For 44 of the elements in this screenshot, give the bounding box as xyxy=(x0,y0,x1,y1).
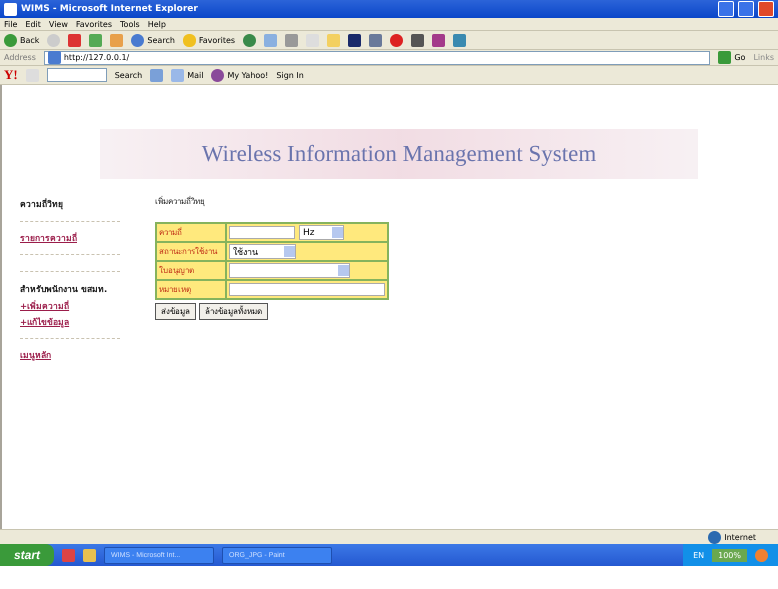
back-button[interactable]: Back xyxy=(4,34,40,46)
sidebar-heading: สำหรับพนักงาน ขสมท. xyxy=(20,284,108,296)
menu-item[interactable]: Favorites xyxy=(76,20,112,28)
status-select[interactable]: ใช้งาน xyxy=(229,244,296,259)
menu-item[interactable]: Help xyxy=(148,20,166,28)
minimize-button[interactable] xyxy=(718,1,734,17)
address-field[interactable]: http://127.0.0.1/ xyxy=(44,50,710,64)
yahoo-search-field[interactable] xyxy=(46,68,107,82)
menu-item[interactable]: File xyxy=(4,20,18,28)
address-label: Address xyxy=(4,53,36,62)
sidebar-link[interactable]: รายการความถี่ xyxy=(20,231,120,245)
form-title: เพิ่มความถี่วิทยุ xyxy=(155,195,206,208)
window-title: WIMS - Microsoft Internet Explorer xyxy=(21,4,199,14)
zone-label: Internet xyxy=(724,532,756,542)
yahoo-logo[interactable]: Y! xyxy=(4,67,18,83)
start-button[interactable]: start xyxy=(0,544,54,566)
field-label: ใบอนุญาต xyxy=(156,261,226,280)
sidebar-link[interactable]: +เพิ่มความถี่ xyxy=(20,299,120,313)
field-label: สถานะการใช้งาน xyxy=(156,242,226,261)
field-label: ความถี่ xyxy=(156,223,226,242)
form-button[interactable]: ส่งข้อมูล xyxy=(155,303,196,320)
sidebar-link[interactable]: +แก้ไขข้อมูล xyxy=(20,315,120,329)
sign-in-link[interactable]: Sign In xyxy=(276,70,304,80)
search-button[interactable]: Search xyxy=(114,70,142,80)
license-select[interactable] xyxy=(229,263,350,278)
maximize-button[interactable] xyxy=(738,1,754,17)
menu-item[interactable]: View xyxy=(48,20,68,28)
menu-item[interactable]: Edit xyxy=(25,20,41,28)
field-label: หมายเหตุ xyxy=(156,280,226,299)
favorites-button[interactable]: Favorites xyxy=(182,34,236,46)
zoom-indicator: 100% xyxy=(712,548,747,562)
close-button[interactable] xyxy=(758,1,774,17)
sidebar-heading: ความถี่วิทยุ xyxy=(20,197,64,211)
form-button[interactable]: ล้างข้อมูลทั้งหมด xyxy=(199,303,268,320)
note-input[interactable] xyxy=(229,283,385,296)
sidebar-link[interactable]: เมนูหลัก xyxy=(20,348,120,362)
unit-select[interactable]: Hz xyxy=(299,225,344,240)
banner: Wireless Information Management System xyxy=(100,129,698,179)
mail-button[interactable]: Mail xyxy=(171,68,204,82)
my-yahoo-button[interactable]: My Yahoo! xyxy=(211,68,268,82)
menu-item[interactable]: Tools xyxy=(120,20,140,28)
frequency-input[interactable] xyxy=(229,226,295,239)
search-button[interactable]: Search xyxy=(131,34,175,46)
go-button[interactable]: Go xyxy=(718,51,746,64)
